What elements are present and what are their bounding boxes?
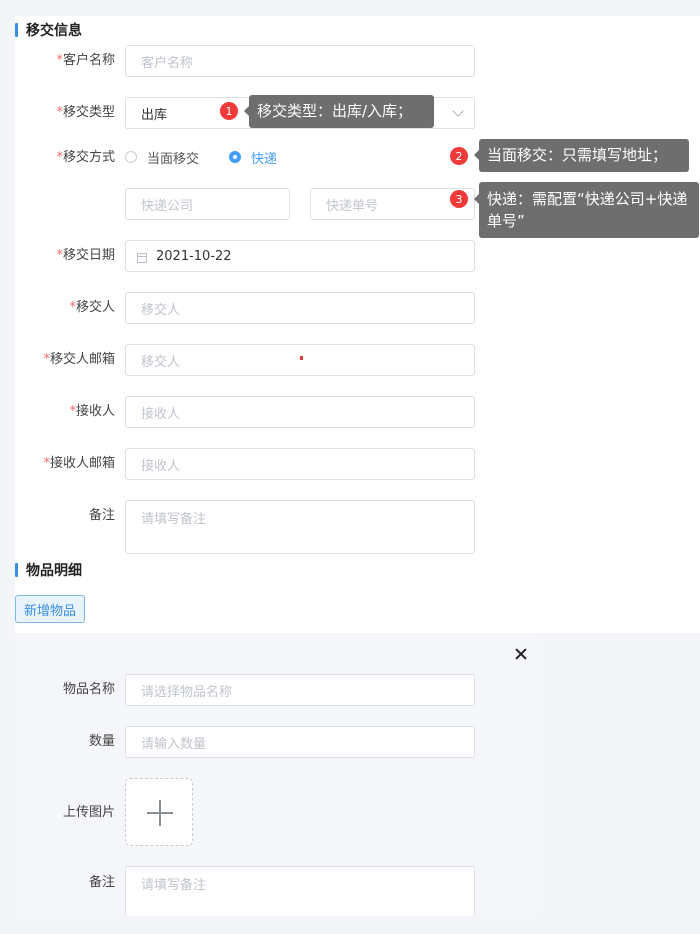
close-icon[interactable] xyxy=(513,646,529,662)
quantity-input[interactable]: 请输入数量 xyxy=(125,726,475,758)
transfer-type-label: *移交类型 xyxy=(15,97,115,129)
receiver-input[interactable]: 接收人 xyxy=(125,396,475,428)
section-title-transfer-info: 移交信息 xyxy=(15,21,82,39)
customer-label-text: 客户名称 xyxy=(62,53,115,68)
annotation-badge-2: 2 xyxy=(450,147,468,165)
radio-face-to-face-label[interactable]: 当面移交 xyxy=(147,148,199,167)
receiver-email-label: *接收人邮箱 xyxy=(15,448,115,480)
chevron-down-icon xyxy=(452,105,464,117)
express-number-placeholder: 快递单号 xyxy=(326,198,379,214)
upload-image-button[interactable] xyxy=(125,778,193,846)
calendar-icon xyxy=(137,253,147,263)
transfer-date-label-text: 移交日期 xyxy=(62,248,115,263)
tooltip-arrow xyxy=(474,194,479,204)
section-title-item-detail: 物品明细 xyxy=(15,561,82,579)
radio-express[interactable] xyxy=(229,151,242,163)
express-company-input[interactable]: 快递公司 xyxy=(125,188,290,220)
annotation-tooltip-2: 当面移交：只需填写地址； xyxy=(474,139,689,172)
customer-label: *客户名称 xyxy=(15,45,115,77)
section-title-text: 物品明细 xyxy=(26,563,82,579)
receiver-email-label-text: 接收人邮箱 xyxy=(49,456,115,471)
tooltip-arrow xyxy=(474,150,479,160)
annotation-text-2: 当面移交：只需填写地址； xyxy=(487,146,668,164)
transferor-label-text: 移交人 xyxy=(75,300,115,315)
transfer-method-label: *移交方式 xyxy=(15,142,115,174)
upload-image-label: 上传图片 xyxy=(62,805,115,820)
transferor-email-placeholder: 移交人 xyxy=(141,354,181,370)
section-title-text: 移交信息 xyxy=(26,23,82,39)
remark-placeholder: 请填写备注 xyxy=(141,512,207,527)
transferor-label: *移交人 xyxy=(15,292,115,324)
item-remark-placeholder: 请填写备注 xyxy=(141,878,207,893)
customer-placeholder: 客户名称 xyxy=(141,55,194,71)
transfer-method-label-text: 移交方式 xyxy=(62,150,115,165)
receiver-email-input[interactable]: 接收人 xyxy=(125,448,475,480)
express-company-placeholder: 快递公司 xyxy=(141,198,194,214)
item-remark-label: 备注 xyxy=(88,875,115,890)
remark-textarea[interactable]: 请填写备注 xyxy=(125,500,475,554)
quantity-placeholder: 请输入数量 xyxy=(141,736,207,752)
transfer-type-label-text: 移交类型 xyxy=(62,105,115,120)
section-bar xyxy=(15,563,18,577)
customer-input[interactable]: 客户名称 xyxy=(125,45,475,77)
add-item-button[interactable]: 新增物品 xyxy=(15,595,85,623)
transfer-type-value: 出库 xyxy=(141,107,168,123)
red-marker xyxy=(300,356,303,360)
item-remark-textarea[interactable]: 请填写备注 xyxy=(125,866,475,916)
receiver-placeholder: 接收人 xyxy=(141,406,181,422)
annotation-text-3: 快递：需配置“快递公司+快递单号” xyxy=(487,190,688,230)
transfer-method-radio-group: 当面移交 快递 xyxy=(125,141,307,173)
transferor-email-input[interactable]: 移交人 xyxy=(125,344,475,376)
transferor-input[interactable]: 移交人 xyxy=(125,292,475,324)
annotation-tooltip-3: 快递：需配置“快递公司+快递单号” xyxy=(474,182,699,238)
item-name-label: 物品名称 xyxy=(62,682,115,697)
transfer-date-label: *移交日期 xyxy=(15,240,115,272)
annotation-badge-3: 3 xyxy=(450,190,468,208)
transferor-email-label: *移交人邮箱 xyxy=(15,344,115,376)
annotation-tooltip-1: 移交类型：出库/入库； xyxy=(244,95,434,128)
quantity-label: 数量 xyxy=(88,734,115,749)
annotation-text-1: 移交类型：出库/入库； xyxy=(257,102,413,120)
express-number-input[interactable]: 快递单号 xyxy=(310,188,475,220)
remark-label: 备注 xyxy=(88,508,115,523)
tooltip-arrow xyxy=(244,106,249,116)
receiver-email-placeholder: 接收人 xyxy=(141,458,181,474)
transfer-date-picker[interactable]: 2021-10-22 xyxy=(125,240,475,272)
receiver-label: *接收人 xyxy=(15,396,115,428)
section-bar xyxy=(15,23,18,37)
radio-face-to-face[interactable] xyxy=(125,151,137,163)
annotation-badge-1: 1 xyxy=(220,102,238,120)
transferor-placeholder: 移交人 xyxy=(141,302,181,318)
item-name-select[interactable]: 请选择物品名称 xyxy=(125,674,475,706)
transferor-email-label-text: 移交人邮箱 xyxy=(49,352,115,367)
radio-express-label[interactable]: 快递 xyxy=(251,148,277,167)
plus-icon xyxy=(159,800,161,826)
transfer-date-value: 2021-10-22 xyxy=(156,248,232,264)
item-name-placeholder: 请选择物品名称 xyxy=(141,684,233,700)
receiver-label-text: 接收人 xyxy=(75,404,115,419)
